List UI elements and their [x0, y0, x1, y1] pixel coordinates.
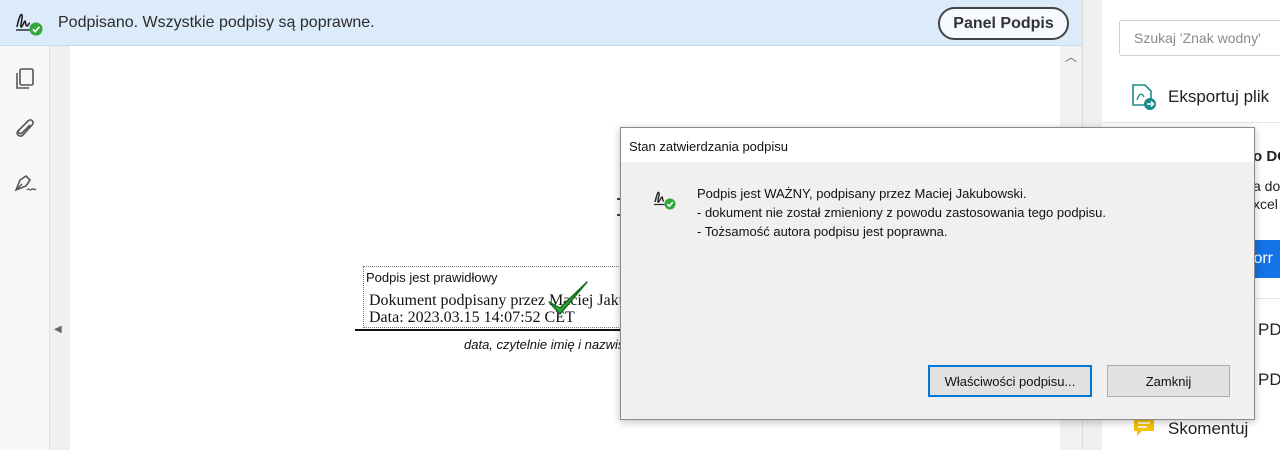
tool-item-pdf[interactable]: PDF — [1258, 370, 1280, 390]
signature-valid-icon — [654, 191, 676, 210]
dialog-message-line: - Tożsamość autora podpisu jest poprawna… — [697, 224, 948, 239]
dialog-titlebar[interactable]: Stan zatwierdzania podpisu — [621, 128, 1254, 162]
signature-valid-icon — [16, 13, 43, 36]
pages-icon[interactable] — [12, 66, 38, 92]
signature-caption: data, czytelnie imię i nazwisko — [464, 337, 620, 352]
tool-fragment-excel: xcel — [1253, 196, 1278, 212]
signature-panel-button[interactable]: Panel Podpis — [938, 7, 1069, 40]
tool-fragment-do-pdf: o DO — [1253, 148, 1280, 165]
dialog-message-line: Podpis jest WAŻNY, podpisany przez Macie… — [697, 186, 1027, 201]
checkmark-icon — [548, 281, 588, 315]
comment-tool-label[interactable]: Skomentuj — [1168, 419, 1248, 439]
signature-status-text: Podpisano. Wszystkie podpisy są poprawne… — [58, 14, 375, 31]
signature-field-header: Podpis jest prawidłowy — [366, 270, 498, 285]
export-pdf-icon — [1132, 84, 1156, 110]
scroll-up-chevron-icon[interactable]: ︿ — [1063, 50, 1079, 64]
collapse-left-arrow-icon[interactable]: ◀ — [54, 323, 64, 337]
tools-divider — [1103, 122, 1280, 123]
left-toolbar — [0, 46, 50, 450]
tool-fragment-a-do: a do — [1253, 178, 1280, 194]
signature-pen-icon[interactable] — [12, 170, 38, 196]
dialog-message-line: - dokument nie został zmieniony z powodu… — [697, 205, 1107, 220]
dialog-title: Stan zatwierdzania podpisu — [629, 139, 788, 154]
signature-status-bar: Podpisano. Wszystkie podpisy są poprawne… — [0, 0, 1082, 46]
tools-search-input[interactable] — [1119, 20, 1280, 56]
export-file-label[interactable]: Eksportuj plik — [1168, 87, 1269, 107]
attachment-icon[interactable] — [12, 116, 38, 142]
signature-line — [355, 329, 623, 331]
signature-field-date: Data: 2023.03.15 14:07:52 CET — [369, 309, 575, 326]
tool-item-pdf[interactable]: PDF — [1258, 320, 1280, 340]
signature-properties-button[interactable]: Właściwości podpisu... — [928, 365, 1092, 397]
close-button[interactable]: Zamknij — [1107, 365, 1230, 397]
signature-validation-dialog: Stan zatwierdzania podpisu Podpis jest W… — [620, 127, 1255, 420]
